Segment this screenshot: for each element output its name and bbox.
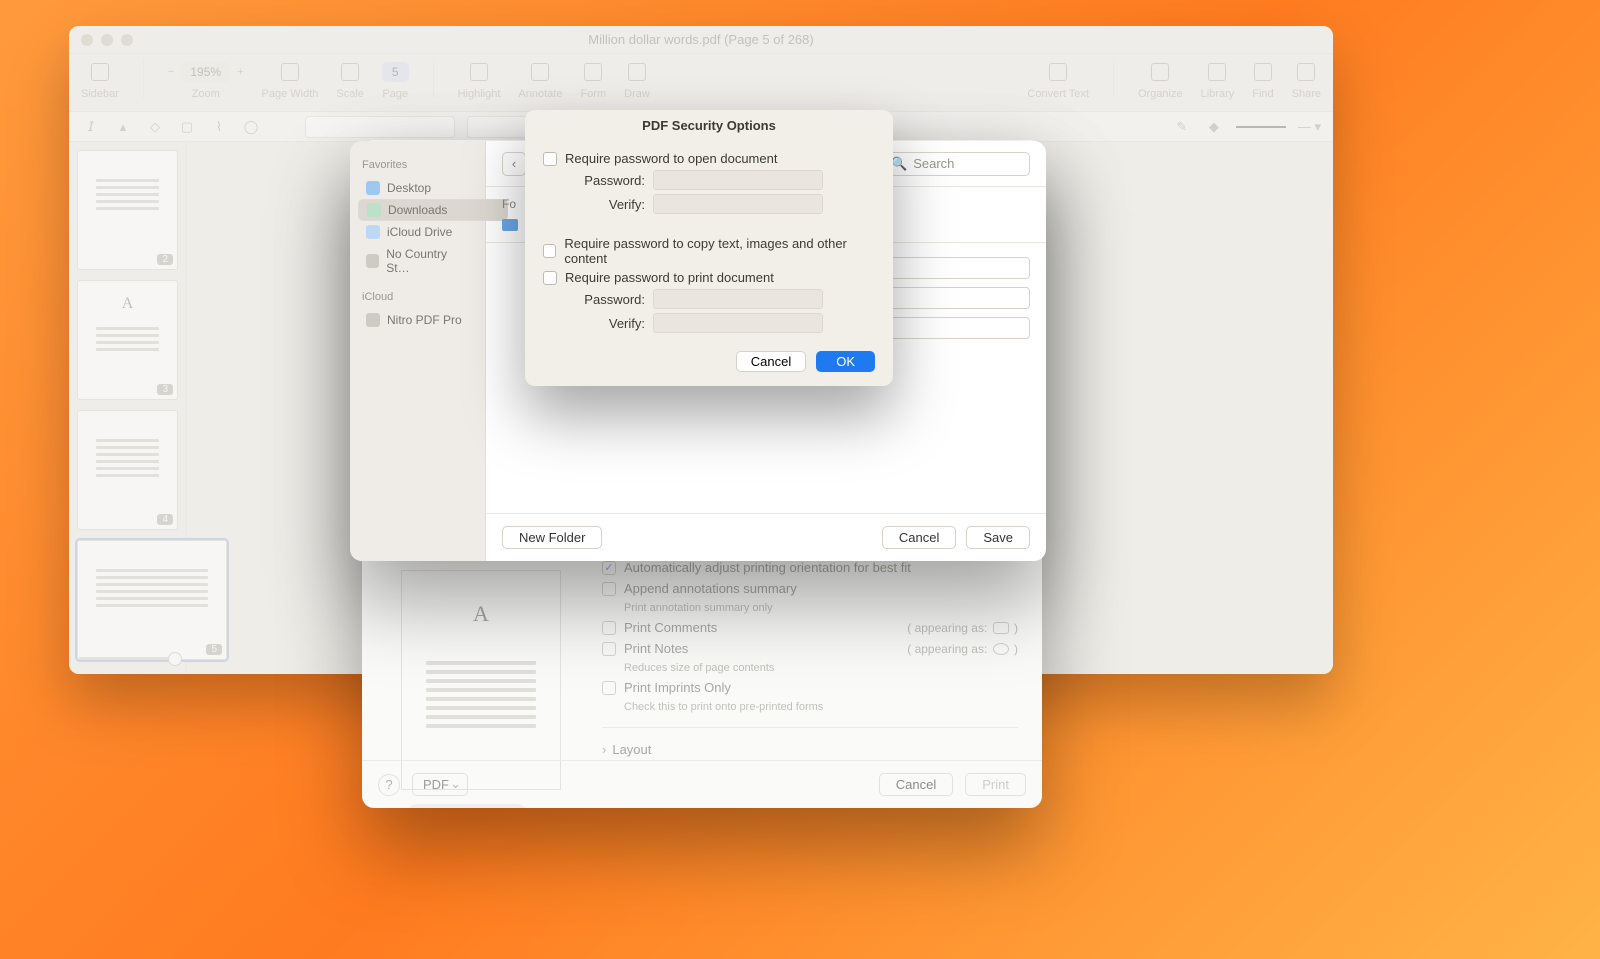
open-verify-label: Verify: xyxy=(565,197,645,212)
sidebar-item-icloud-drive[interactable]: iCloud Drive xyxy=(358,221,477,243)
open-password-field[interactable] xyxy=(653,170,823,190)
save-footer: New Folder Cancel Save xyxy=(486,513,1046,561)
new-folder-button[interactable]: New Folder xyxy=(502,526,602,549)
security-cancel-button[interactable]: Cancel xyxy=(736,351,806,372)
favorites-header: Favorites xyxy=(362,159,473,171)
save-cancel-button[interactable]: Cancel xyxy=(882,526,956,549)
sidebar-item-nitro[interactable]: Nitro PDF Pro xyxy=(358,309,477,331)
save-sidebar: Favorites Desktop Downloads iCloud Drive… xyxy=(350,141,486,561)
perm-password-field[interactable] xyxy=(653,289,823,309)
sidebar-item-desktop[interactable]: Desktop xyxy=(358,177,477,199)
search-icon: 🔍 xyxy=(891,156,907,172)
ck-require-copy-password[interactable]: Require password to copy text, images an… xyxy=(543,236,875,266)
perm-verify-field[interactable] xyxy=(653,313,823,333)
icloud-header: iCloud xyxy=(362,291,473,303)
perm-password-label: Password: xyxy=(565,292,645,307)
nav-back-button[interactable]: ‹ xyxy=(502,152,526,176)
perm-verify-label: Verify: xyxy=(565,316,645,331)
open-verify-field[interactable] xyxy=(653,194,823,214)
checkbox-icon xyxy=(543,152,557,166)
security-title: PDF Security Options xyxy=(525,110,893,147)
search-field[interactable]: 🔍 Search xyxy=(880,152,1030,176)
folder-icon xyxy=(366,254,379,268)
open-password-label: Password: xyxy=(565,173,645,188)
sidebar-item-nocountry[interactable]: No Country St… xyxy=(358,243,477,279)
ck-require-print-password[interactable]: Require password to print document xyxy=(543,270,875,285)
checkbox-icon xyxy=(543,244,556,258)
folder-icon xyxy=(366,313,380,327)
security-modal: PDF Security Options Require password to… xyxy=(525,110,893,386)
folder-icon xyxy=(502,219,518,231)
cloud-icon xyxy=(366,225,380,239)
save-button[interactable]: Save xyxy=(966,526,1030,549)
desktop-icon xyxy=(366,181,380,195)
downloads-icon xyxy=(367,203,381,217)
security-ok-button[interactable]: OK xyxy=(816,351,875,372)
ck-require-open-password[interactable]: Require password to open document xyxy=(543,151,875,166)
checkbox-icon xyxy=(543,271,557,285)
